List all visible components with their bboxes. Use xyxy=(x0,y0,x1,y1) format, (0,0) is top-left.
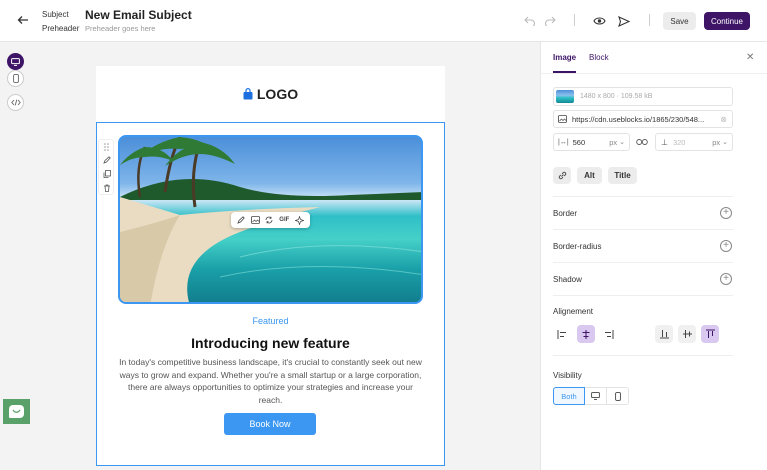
preview-eye-icon[interactable] xyxy=(591,13,607,29)
block-tools xyxy=(98,139,114,195)
image-quick-toolbar: GIF xyxy=(231,212,310,228)
drag-handle-icon[interactable] xyxy=(102,142,111,151)
mobile-view-button[interactable] xyxy=(7,70,24,87)
top-bar: Subject Preheader New Email Subject Preh… xyxy=(0,0,767,42)
divider xyxy=(553,355,733,356)
save-button[interactable]: Save xyxy=(663,12,696,30)
close-panel-icon[interactable]: ✕ xyxy=(746,52,754,63)
image-icon xyxy=(558,114,567,123)
code-view-button[interactable] xyxy=(7,94,24,111)
email-logo: LOGO xyxy=(96,86,445,102)
link-icon xyxy=(558,171,566,180)
code-icon xyxy=(10,99,21,106)
border-label: Border xyxy=(553,209,578,218)
desktop-icon xyxy=(11,57,20,66)
tab-block[interactable]: Block xyxy=(589,53,609,62)
visibility-mobile-button[interactable] xyxy=(607,387,629,405)
divider xyxy=(553,229,733,230)
visibility-desktop-button[interactable] xyxy=(585,387,607,405)
link-dimensions-icon[interactable] xyxy=(634,134,650,150)
book-now-button[interactable]: Book Now xyxy=(224,413,316,435)
duplicate-icon[interactable] xyxy=(102,169,111,178)
featured-label: Featured xyxy=(252,316,289,326)
chat-support-button[interactable] xyxy=(3,399,30,424)
email-body-text: In today's competitive business landscap… xyxy=(119,357,422,405)
redo-icon[interactable] xyxy=(542,13,558,29)
preheader-input[interactable]: Preheader goes here xyxy=(85,24,155,33)
height-icon: ⊥ xyxy=(661,137,668,147)
image-link-button[interactable] xyxy=(553,167,571,184)
image-url-field[interactable]: https://cdn.useblocks.io/1865/230/548...… xyxy=(553,110,733,128)
width-value: 560 xyxy=(572,137,586,147)
gif-button[interactable]: GIF xyxy=(279,217,289,223)
logo-bag-icon xyxy=(243,88,253,100)
shadow-label: Shadow xyxy=(553,275,582,284)
visibility-both-button[interactable]: Both xyxy=(553,387,585,405)
height-unit[interactable]: px xyxy=(712,138,720,147)
image-info-field[interactable]: 1480 x 800 · 109.58 kB xyxy=(553,87,733,106)
align-right-icon[interactable] xyxy=(600,325,618,343)
tab-image[interactable]: Image xyxy=(553,53,576,62)
image-edit-icon[interactable] xyxy=(237,216,245,224)
image-url-value: https://cdn.useblocks.io/1865/230/548... xyxy=(572,114,705,124)
height-input[interactable]: ⊥ 320 px ⌄ xyxy=(655,133,733,151)
align-left-icon[interactable] xyxy=(553,325,571,343)
subject-input[interactable]: New Email Subject xyxy=(85,8,192,22)
mobile-icon xyxy=(12,74,19,83)
preheader-label: Preheader xyxy=(42,24,80,33)
back-arrow-icon[interactable] xyxy=(14,12,32,30)
subject-label: Subject xyxy=(42,10,69,19)
divider xyxy=(553,196,733,197)
width-unit[interactable]: px xyxy=(609,138,617,147)
valign-top-icon[interactable] xyxy=(701,325,719,343)
desktop-icon xyxy=(591,392,600,400)
tab-divider xyxy=(540,73,767,74)
alt-button[interactable]: Alt xyxy=(577,167,602,184)
title-button[interactable]: Title xyxy=(608,167,637,184)
image-replace-icon[interactable] xyxy=(265,216,273,224)
height-value: 320 xyxy=(672,137,686,147)
image-library-icon[interactable] xyxy=(250,216,260,224)
toolbar-divider xyxy=(574,14,575,26)
align-center-icon[interactable] xyxy=(577,325,595,343)
delete-trash-icon[interactable] xyxy=(102,183,111,192)
width-icon: |↔| xyxy=(558,138,569,146)
continue-button[interactable]: Continue xyxy=(704,12,750,30)
valign-bottom-icon[interactable] xyxy=(655,325,673,343)
divider xyxy=(553,295,733,296)
toolbar-divider xyxy=(649,14,650,26)
visibility-label: Visibility xyxy=(553,371,582,380)
image-meta: 1480 x 800 · 109.58 kB xyxy=(580,93,653,100)
clear-url-icon[interactable]: ⊗ xyxy=(720,115,727,124)
add-border-icon[interactable]: + xyxy=(720,207,732,219)
add-shadow-icon[interactable]: + xyxy=(720,273,732,285)
logo-text: LOGO xyxy=(256,86,299,102)
edit-pencil-icon[interactable] xyxy=(102,155,111,164)
chat-icon xyxy=(9,405,24,418)
chevron-down-icon[interactable]: ⌄ xyxy=(619,138,625,146)
image-thumbnail xyxy=(556,90,574,103)
valign-middle-icon[interactable] xyxy=(678,325,696,343)
send-test-icon[interactable] xyxy=(616,13,632,29)
email-headline: Introducing new feature xyxy=(191,335,350,351)
add-border-radius-icon[interactable]: + xyxy=(720,240,732,252)
width-input[interactable]: |↔| 560 px ⌄ xyxy=(553,133,630,151)
divider xyxy=(553,262,733,263)
alignment-label: Alignement xyxy=(553,307,594,316)
properties-panel xyxy=(540,42,767,470)
email-header-block[interactable]: LOGO xyxy=(96,66,445,122)
desktop-view-button[interactable] xyxy=(7,53,24,70)
chevron-down-icon[interactable]: ⌄ xyxy=(722,138,728,146)
mobile-icon xyxy=(614,391,621,401)
border-radius-label: Border-radius xyxy=(553,242,602,251)
undo-icon[interactable] xyxy=(522,13,538,29)
ai-sparkle-icon[interactable] xyxy=(295,215,305,225)
